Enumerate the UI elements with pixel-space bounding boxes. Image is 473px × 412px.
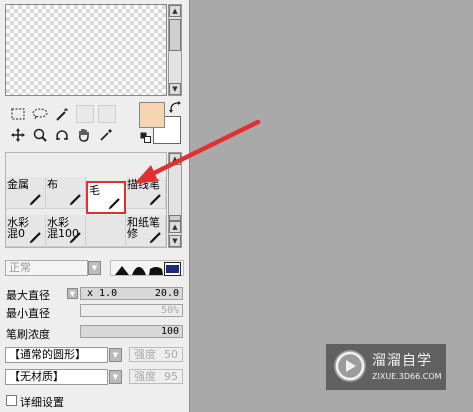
brush-cell[interactable]: 水彩 混0 bbox=[6, 215, 46, 247]
blend-mode-select[interactable]: 正常 bbox=[5, 260, 88, 276]
navigator-scrollbar[interactable]: ▲ ▼ bbox=[168, 4, 182, 96]
edge-hard-icon[interactable] bbox=[114, 263, 130, 275]
texture-select[interactable]: 【无材质】 bbox=[5, 369, 108, 385]
brush-icon bbox=[29, 194, 41, 206]
brush-shape-select[interactable]: 【通常的圆形】 bbox=[5, 347, 108, 363]
eyedropper-icon[interactable] bbox=[97, 126, 115, 144]
min-size-value: 50% bbox=[160, 305, 179, 316]
blend-mode-value: 正常 bbox=[9, 261, 31, 274]
brush-icon bbox=[108, 198, 120, 210]
tool-panel: ▲ ▼ 金属 布 毛 描线笔 水彩 混0 水彩 混100 和纸笔 修 ▲ ▲ ▼… bbox=[0, 0, 190, 412]
move-icon[interactable] bbox=[9, 126, 27, 144]
brush-cell[interactable]: 描线笔 bbox=[126, 177, 166, 209]
brush-label: 描线笔 bbox=[127, 178, 160, 191]
scroll-up-small-icon[interactable]: ▲ bbox=[169, 221, 181, 233]
magic-wand-icon[interactable] bbox=[53, 105, 71, 123]
blend-mode-dropdown-icon[interactable]: ▼ bbox=[88, 261, 101, 275]
edge-medium-icon[interactable] bbox=[131, 263, 147, 275]
empty-tool-slot bbox=[76, 105, 94, 123]
strength-value: 95 bbox=[164, 370, 178, 383]
max-size-label: 最大直径 bbox=[6, 289, 50, 302]
brush-tool-grid: 金属 布 毛 描线笔 水彩 混0 水彩 混100 和纸笔 修 bbox=[5, 152, 167, 248]
brush-icon bbox=[149, 232, 161, 244]
scroll-up-icon[interactable]: ▲ bbox=[169, 153, 181, 165]
brush-icon bbox=[29, 232, 41, 244]
max-size-value: 20.0 bbox=[154, 288, 179, 299]
scroll-down-icon[interactable]: ▼ bbox=[169, 235, 181, 247]
watermark-url: ZIXUE.3D66.COM bbox=[372, 372, 442, 381]
brush-icon bbox=[69, 232, 81, 244]
texture-value: 【无材质】 bbox=[9, 370, 64, 383]
brush-grid-scrollbar[interactable]: ▲ ▲ ▼ bbox=[168, 152, 182, 248]
brush-shape-value: 【通常的圆形】 bbox=[9, 348, 86, 361]
density-value: 100 bbox=[160, 326, 179, 337]
navigator-preview[interactable] bbox=[5, 4, 167, 96]
brush-cell[interactable]: 水彩 混100 bbox=[46, 215, 86, 247]
density-slider[interactable]: 100 bbox=[80, 325, 183, 338]
rotate-icon[interactable] bbox=[53, 126, 71, 144]
swap-colors-icon[interactable] bbox=[168, 100, 182, 114]
texture-strength[interactable]: 强度 95 bbox=[129, 369, 183, 384]
edge-flat-icon[interactable] bbox=[164, 262, 181, 276]
brush-label: 金属 bbox=[7, 178, 29, 191]
min-size-slider[interactable]: 50% bbox=[80, 304, 183, 317]
primary-color-swatch[interactable] bbox=[139, 102, 165, 128]
brush-label: 布 bbox=[47, 178, 58, 191]
brush-icon bbox=[69, 194, 81, 206]
brush-cell[interactable]: 和纸笔 修 bbox=[126, 215, 166, 247]
lasso-icon[interactable] bbox=[31, 105, 49, 123]
watermark: 溜溜自学 ZIXUE.3D66.COM bbox=[326, 344, 446, 390]
advanced-settings-label: 详细设置 bbox=[20, 396, 64, 409]
watermark-title: 溜溜自学 bbox=[372, 353, 432, 369]
advanced-settings-checkbox[interactable] bbox=[6, 395, 17, 406]
scroll-down-icon[interactable]: ▼ bbox=[169, 83, 181, 95]
brush-icon bbox=[149, 194, 161, 206]
density-label: 笔刷浓度 bbox=[6, 328, 50, 341]
texture-dropdown-icon[interactable]: ▼ bbox=[109, 370, 122, 384]
max-size-slider[interactable]: x 1.0 20.0 bbox=[80, 287, 183, 300]
brush-shape-dropdown-icon[interactable]: ▼ bbox=[109, 348, 122, 362]
zoom-icon[interactable] bbox=[31, 126, 49, 144]
min-size-label: 最小直径 bbox=[6, 307, 50, 320]
scroll-up-icon[interactable]: ▲ bbox=[169, 5, 181, 17]
strength-label: 强度 bbox=[134, 348, 156, 361]
scroll-thumb[interactable] bbox=[169, 19, 181, 51]
empty-tool-slot bbox=[98, 105, 116, 123]
strength-value: 50 bbox=[164, 348, 178, 361]
brush-label: 水彩 混0 bbox=[7, 216, 29, 240]
edge-soft-icon[interactable] bbox=[148, 263, 164, 275]
brush-label: 毛 bbox=[89, 184, 100, 197]
brush-shape-strength[interactable]: 强度 50 bbox=[129, 347, 183, 362]
max-size-multiplier: x 1.0 bbox=[87, 288, 118, 299]
brush-cell-selected[interactable]: 毛 bbox=[86, 181, 126, 214]
rect-select-icon[interactable] bbox=[9, 105, 27, 123]
reset-colors-icon[interactable] bbox=[139, 131, 151, 143]
strength-label: 强度 bbox=[134, 370, 156, 383]
brush-cell[interactable]: 金属 bbox=[6, 177, 46, 209]
brush-cell-empty[interactable] bbox=[86, 215, 126, 247]
size-multiplier-dropdown-icon[interactable]: ▼ bbox=[67, 288, 78, 299]
brush-cell[interactable]: 布 bbox=[46, 177, 86, 209]
hand-icon[interactable] bbox=[75, 126, 93, 144]
watermark-logo-icon bbox=[334, 350, 366, 382]
